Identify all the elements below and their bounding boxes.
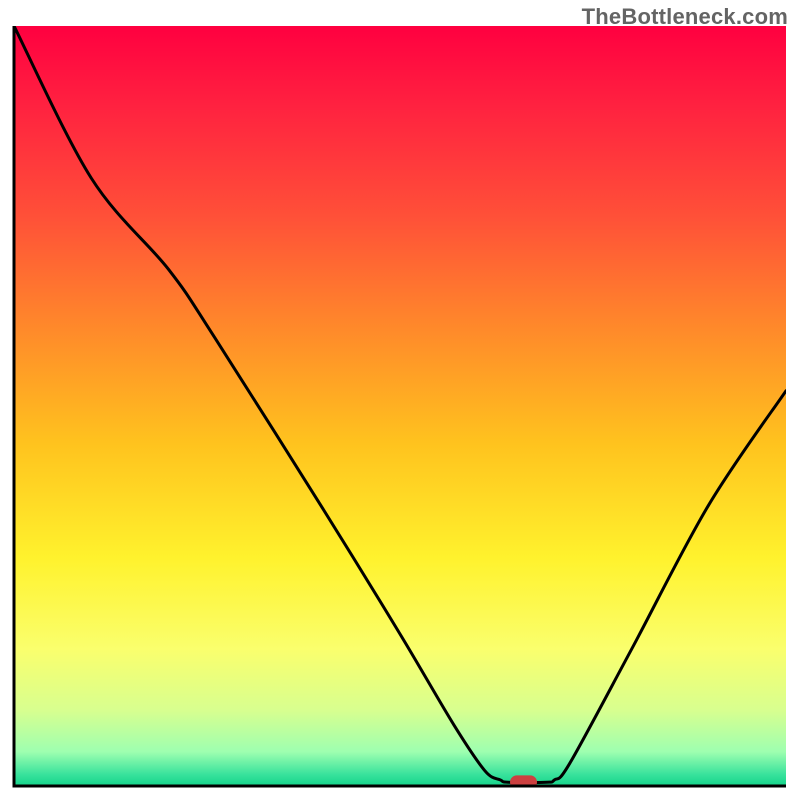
plot-area (14, 26, 786, 789)
attribution-label: TheBottleneck.com (582, 4, 788, 30)
gradient-background (14, 26, 786, 786)
bottleneck-chart: TheBottleneck.com (0, 0, 800, 800)
chart-svg (0, 0, 800, 800)
